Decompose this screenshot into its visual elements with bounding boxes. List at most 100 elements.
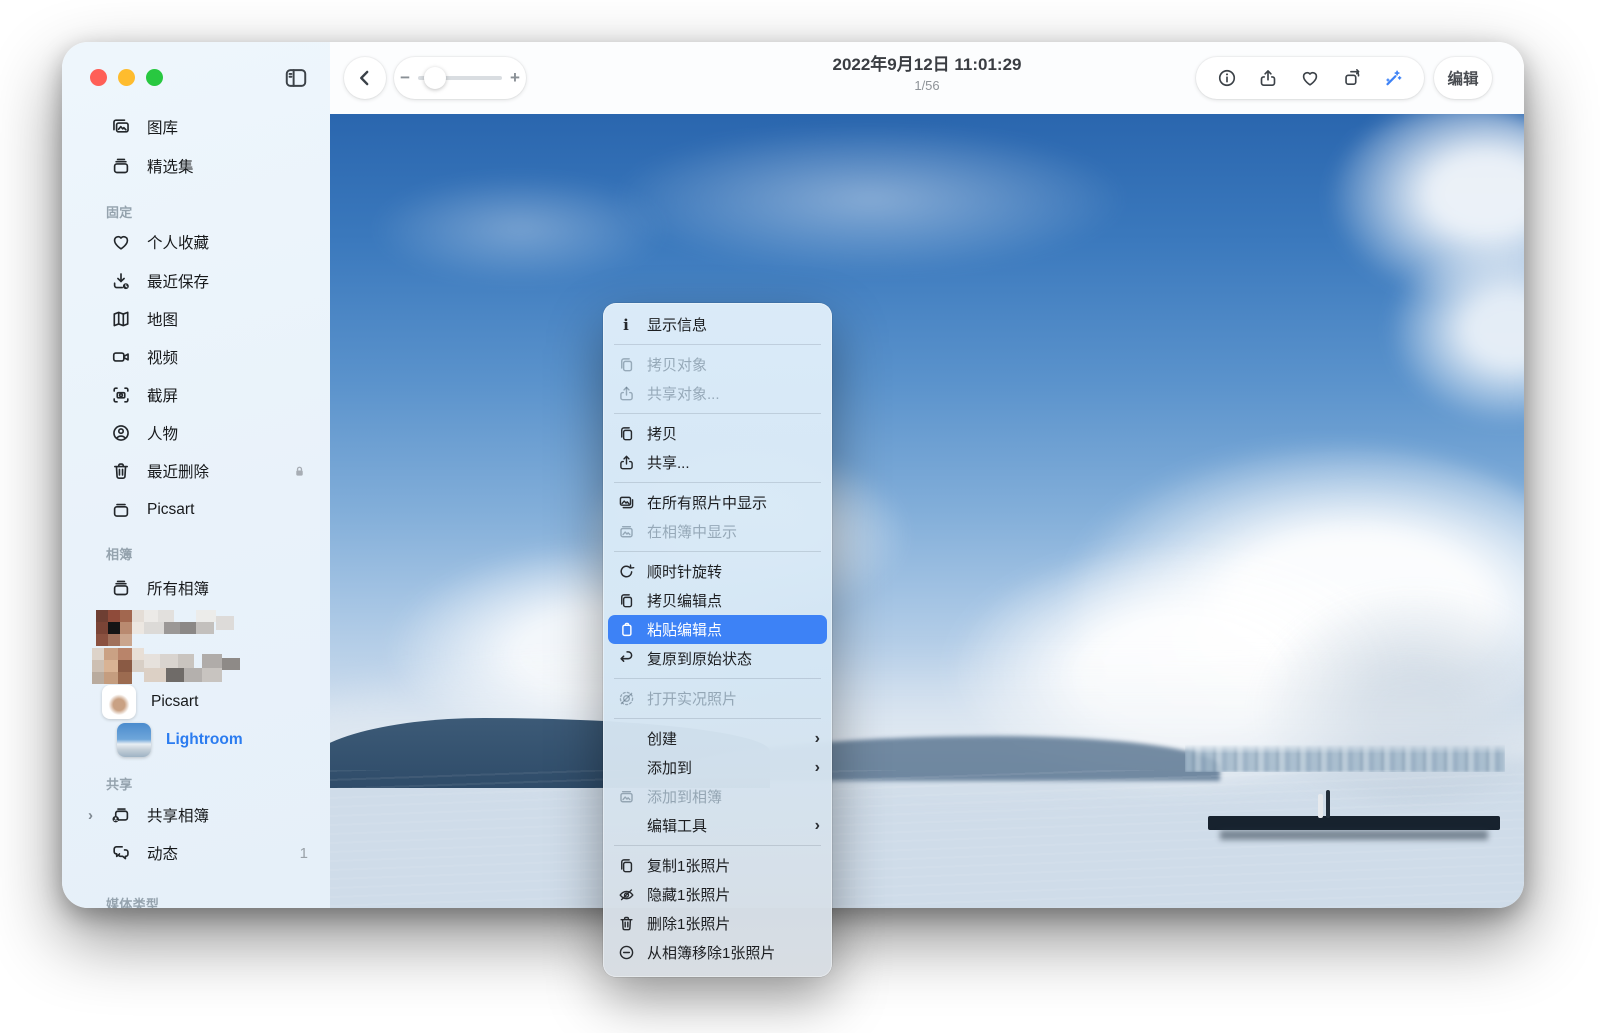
- sidebar-item-label: 动态: [147, 842, 178, 864]
- sidebar-item-label: Picsart: [147, 501, 194, 519]
- zoom-slider-track[interactable]: [418, 76, 502, 80]
- sidebar-item-map[interactable]: 地图: [62, 301, 330, 337]
- zoom-slider[interactable]: − +: [394, 57, 526, 99]
- sidebar-item-label: 视频: [147, 346, 178, 368]
- sidebar-item-picsart-project[interactable]: Picsart: [62, 492, 330, 528]
- menu-item-create[interactable]: 创建 ›: [603, 724, 832, 753]
- redacted-album-row[interactable]: [92, 608, 322, 646]
- menu-item-delete-photo[interactable]: 删除1张照片: [603, 909, 832, 938]
- toolbar-actions: [1196, 57, 1424, 99]
- sidebar-item-label: 所有相簿: [147, 577, 209, 599]
- sidebar-item-picsart-album[interactable]: Picsart: [62, 682, 330, 722]
- menu-item-play-live-photo: 打开实况照片: [603, 684, 832, 713]
- menu-item-revert-to-original[interactable]: 复原到原始状态: [603, 644, 832, 673]
- sidebar-item-recently-saved[interactable]: 最近保存: [62, 263, 330, 299]
- menu-item-edit-tools[interactable]: 编辑工具 ›: [603, 811, 832, 840]
- sidebar-item-label: 个人收藏: [147, 231, 209, 253]
- sidebar-toggle-icon[interactable]: [282, 64, 310, 92]
- menu-separator: [614, 344, 821, 345]
- content-area: − + 2022年9月12日 11:01:29 1/56 编辑: [330, 42, 1524, 908]
- menu-item-show-in-all-photos[interactable]: 在所有照片中显示: [603, 488, 832, 517]
- album-icon: [110, 499, 132, 521]
- rotate-clockwise-icon: [616, 562, 636, 582]
- edit-button[interactable]: 编辑: [1434, 57, 1492, 99]
- activity-icon: [110, 842, 132, 864]
- photo-view[interactable]: [330, 114, 1524, 908]
- copy-icon: [616, 355, 636, 375]
- close-window-button[interactable]: [90, 69, 107, 86]
- menu-separator: [614, 482, 821, 483]
- info-button[interactable]: [1209, 60, 1245, 96]
- menu-item-add-to[interactable]: 添加到 ›: [603, 753, 832, 782]
- menu-separator: [614, 551, 821, 552]
- heart-icon: [110, 231, 132, 253]
- sidebar-item-shared-albums[interactable]: › 共享相簿: [62, 797, 330, 833]
- menu-item-rotate-clockwise[interactable]: 顺时针旋转: [603, 557, 832, 586]
- copy-icon: [616, 424, 636, 444]
- sidebar-item-label: 最近删除: [147, 460, 209, 482]
- sidebar-item-label: Picsart: [151, 693, 198, 711]
- toolbar: − + 2022年9月12日 11:01:29 1/56 编辑: [330, 42, 1524, 114]
- submenu-chevron-icon: ›: [815, 817, 820, 835]
- favorite-button[interactable]: [1292, 60, 1328, 96]
- menu-item-copy[interactable]: 拷贝: [603, 419, 832, 448]
- menu-item-duplicate-photo[interactable]: 复制1张照片: [603, 851, 832, 880]
- rotate-icon: [1341, 67, 1363, 89]
- sidebar-item-activity[interactable]: 动态 1: [62, 835, 330, 871]
- chevron-left-icon: [354, 67, 376, 89]
- back-button[interactable]: [344, 57, 386, 99]
- pier-reflection: [1220, 830, 1488, 840]
- rotate-button[interactable]: [1334, 60, 1370, 96]
- share-icon: [616, 453, 636, 473]
- no-icon-spacer: [616, 758, 636, 778]
- albums-stack-icon: [110, 577, 132, 599]
- paste-icon: [616, 620, 636, 640]
- menu-separator: [614, 845, 821, 846]
- menu-item-share-subject: 共享对象...: [603, 379, 832, 408]
- sidebar-item-lightroom-album[interactable]: Lightroom: [62, 720, 330, 760]
- zoom-out-icon[interactable]: −: [400, 68, 410, 88]
- zoom-window-button[interactable]: [146, 69, 163, 86]
- submenu-chevron-icon: ›: [815, 730, 820, 748]
- sidebar-item-all-albums[interactable]: 所有相簿: [62, 570, 330, 606]
- auto-enhance-button[interactable]: [1375, 60, 1411, 96]
- city-skyline: [1185, 744, 1505, 772]
- lightroom-thumbnail: [117, 723, 151, 757]
- info-letter-icon: i: [616, 315, 636, 335]
- menu-item-show-info[interactable]: i 显示信息: [603, 310, 832, 339]
- submenu-chevron-icon: ›: [815, 759, 820, 777]
- photos-library-icon: [110, 116, 132, 138]
- sidebar-item-screenshots[interactable]: 截屏: [62, 377, 330, 413]
- shared-album-icon: [110, 804, 132, 826]
- sidebar-item-label: 精选集: [147, 155, 194, 177]
- zoom-in-icon[interactable]: +: [510, 68, 520, 88]
- heart-icon: [1299, 67, 1321, 89]
- sidebar: 图库 精选集 固定 个人收藏 最近保存 地图 视频: [62, 42, 330, 908]
- sidebar-section-media-types: 媒体类型: [106, 894, 159, 908]
- redacted-album-row[interactable]: [92, 646, 322, 684]
- menu-item-show-in-album: 在相簿中显示: [603, 517, 832, 546]
- minimize-window-button[interactable]: [118, 69, 135, 86]
- menu-item-share[interactable]: 共享...: [603, 448, 832, 477]
- sidebar-item-library[interactable]: 图库: [62, 109, 330, 145]
- menu-item-remove-from-album[interactable]: 从相簿移除1张照片: [603, 938, 832, 967]
- trash-icon: [110, 460, 132, 482]
- menu-item-hide-photo[interactable]: 隐藏1张照片: [603, 880, 832, 909]
- zoom-slider-knob[interactable]: [424, 67, 446, 89]
- lock-icon: [291, 463, 308, 480]
- menu-item-paste-edits[interactable]: 粘贴编辑点: [608, 615, 827, 644]
- chevron-right-icon[interactable]: ›: [88, 807, 93, 824]
- share-button[interactable]: [1250, 60, 1286, 96]
- cloud: [610, 124, 1130, 274]
- sidebar-item-videos[interactable]: 视频: [62, 339, 330, 375]
- sidebar-item-people[interactable]: 人物: [62, 415, 330, 451]
- person-figure: [1318, 794, 1323, 818]
- menu-item-copy-edits[interactable]: 拷贝编辑点: [603, 586, 832, 615]
- photos-icon: [616, 493, 636, 513]
- sidebar-item-collections[interactable]: 精选集: [62, 148, 330, 184]
- trash-icon: [616, 914, 636, 934]
- sidebar-item-recently-deleted[interactable]: 最近删除: [62, 453, 330, 489]
- sidebar-item-favorites[interactable]: 个人收藏: [62, 224, 330, 260]
- menu-item-copy-subject: 拷贝对象: [603, 350, 832, 379]
- revert-icon: [616, 649, 636, 669]
